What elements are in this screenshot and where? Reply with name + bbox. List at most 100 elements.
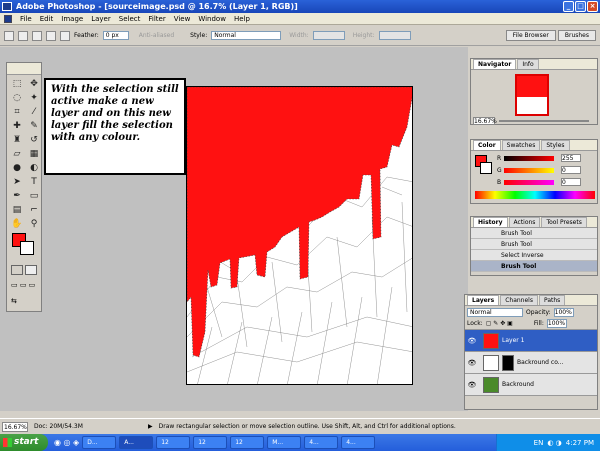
taskbar-button[interactable]: M... — [267, 436, 302, 449]
layer-name[interactable]: Backround co... — [517, 359, 563, 366]
taskbar-button[interactable]: 12 — [156, 436, 191, 449]
stamp-tool-icon[interactable]: ♜ — [10, 134, 24, 146]
background-color-swatch[interactable] — [20, 241, 34, 255]
history-item[interactable]: Brush Tool — [471, 228, 597, 239]
marquee-tool-preset-icon[interactable] — [4, 30, 14, 41]
styles-tab[interactable]: Styles — [541, 140, 570, 150]
eraser-tool-icon[interactable]: ▱ — [10, 148, 24, 160]
antialiased-checkbox[interactable]: Anti-aliased — [139, 32, 174, 39]
new-selection-icon[interactable] — [18, 30, 28, 41]
blur-tool-icon[interactable]: ● — [10, 162, 24, 174]
close-button[interactable]: × — [587, 1, 598, 12]
navigator-zoom-input[interactable]: 16.67% — [473, 117, 497, 125]
path-selection-icon[interactable]: ➤ — [10, 176, 24, 188]
color-bg-swatch[interactable] — [480, 162, 492, 174]
hand-tool-icon[interactable]: ✋ — [10, 218, 24, 230]
width-input[interactable] — [312, 31, 345, 40]
paths-tab[interactable]: Paths — [538, 295, 566, 305]
quicklaunch-icons[interactable]: ◉ ◎ ◈ — [54, 438, 79, 447]
menu-file[interactable]: File — [20, 15, 32, 23]
feather-input[interactable]: 0 px — [102, 31, 129, 40]
g-value[interactable]: 0 — [561, 166, 581, 174]
play-icon[interactable]: ▶ — [148, 423, 153, 430]
minimize-button[interactable]: _ — [563, 1, 574, 12]
layer-name[interactable]: Backround — [502, 381, 534, 388]
file-browser-tab[interactable]: File Browser — [505, 30, 556, 41]
layer-row[interactable]: 👁 Backround — [465, 374, 597, 396]
eyedropper-icon[interactable]: ⌐ — [27, 204, 41, 216]
start-button[interactable]: start — [0, 434, 48, 451]
menu-edit[interactable]: Edit — [40, 15, 54, 23]
healing-brush-icon[interactable]: ✚ — [10, 120, 24, 132]
layer-mask-thumbnail[interactable] — [502, 354, 514, 371]
navigator-zoom-slider[interactable] — [499, 120, 589, 122]
layer-row[interactable]: 👁 Layer 1 — [465, 330, 597, 352]
channels-tab[interactable]: Channels — [500, 295, 538, 305]
style-select[interactable]: Normal — [211, 31, 282, 40]
g-slider[interactable] — [504, 168, 554, 173]
eye-icon[interactable]: 👁 — [467, 337, 477, 345]
menu-help[interactable]: Help — [234, 15, 250, 23]
fill-input[interactable]: 100% — [546, 319, 567, 328]
clock[interactable]: 4:27 PM — [566, 439, 594, 447]
taskbar-button[interactable]: 12 — [230, 436, 265, 449]
history-tab[interactable]: History — [473, 217, 508, 227]
tray-icons[interactable]: ◐ ◑ — [547, 439, 561, 447]
document-canvas[interactable] — [186, 86, 413, 385]
eye-icon[interactable]: 👁 — [467, 359, 477, 367]
taskbar-button[interactable]: 4... — [304, 436, 339, 449]
brush-tool-icon[interactable]: ✎ — [27, 120, 41, 132]
standard-mode-icon[interactable] — [11, 265, 23, 275]
actions-tab[interactable]: Actions — [508, 217, 541, 227]
color-tab[interactable]: Color — [473, 140, 501, 150]
history-item[interactable]: Brush Tool — [471, 261, 597, 272]
maximize-button[interactable]: □ — [575, 1, 586, 12]
magic-wand-icon[interactable]: ✦ — [27, 92, 41, 104]
tool-presets-tab[interactable]: Tool Presets — [541, 217, 587, 227]
swatches-tab[interactable]: Swatches — [501, 140, 541, 150]
navigator-thumbnail[interactable] — [515, 74, 549, 116]
eye-icon[interactable]: 👁 — [467, 381, 477, 389]
taskbar-button-photoshop[interactable]: A... — [119, 436, 154, 449]
blend-mode-select[interactable]: Normal — [467, 307, 523, 317]
lock-icons[interactable]: ▢ ✎ ✥ ▣ — [486, 320, 513, 327]
b-slider[interactable] — [504, 180, 554, 185]
history-item[interactable]: Select Inverse — [471, 250, 597, 261]
taskbar-button[interactable]: 12 — [193, 436, 228, 449]
zoom-tool-icon[interactable]: ⚲ — [27, 218, 41, 230]
history-brush-icon[interactable]: ↺ — [27, 134, 41, 146]
taskbar-button[interactable]: 4... — [341, 436, 376, 449]
menu-view[interactable]: View — [174, 15, 191, 23]
menu-select[interactable]: Select — [119, 15, 141, 23]
menu-filter[interactable]: Filter — [148, 15, 165, 23]
pen-tool-icon[interactable]: ✒ — [10, 190, 24, 202]
layer-name[interactable]: Layer 1 — [502, 337, 524, 344]
crop-tool-icon[interactable]: ⌗ — [10, 106, 24, 118]
r-value[interactable]: 255 — [561, 154, 581, 162]
move-tool-icon[interactable]: ✥ — [27, 78, 41, 90]
menu-window[interactable]: Window — [198, 15, 226, 23]
height-input[interactable] — [378, 31, 411, 40]
color-ramp[interactable] — [475, 191, 595, 199]
brushes-tab[interactable]: Brushes — [557, 30, 596, 41]
b-value[interactable]: 0 — [561, 178, 581, 186]
marquee-tool-icon[interactable]: ⬚ — [10, 78, 24, 90]
type-tool-icon[interactable]: T — [27, 176, 41, 188]
gradient-tool-icon[interactable]: ▦ — [27, 148, 41, 160]
intersect-selection-icon[interactable] — [60, 30, 70, 41]
menu-layer[interactable]: Layer — [91, 15, 111, 23]
add-selection-icon[interactable] — [32, 30, 42, 41]
info-tab[interactable]: Info — [517, 59, 539, 69]
slice-tool-icon[interactable]: ⁄ — [27, 106, 41, 118]
lasso-tool-icon[interactable]: ◌ — [10, 92, 24, 104]
shape-tool-icon[interactable]: ▭ — [27, 190, 41, 202]
r-slider[interactable] — [504, 156, 554, 161]
navigator-tab[interactable]: Navigator — [473, 59, 517, 69]
quickmask-mode-icon[interactable] — [25, 265, 37, 275]
dodge-tool-icon[interactable]: ◐ — [27, 162, 41, 174]
opacity-input[interactable]: 100% — [553, 307, 574, 317]
status-zoom[interactable]: 16.67% — [2, 421, 28, 432]
language-indicator[interactable]: EN — [534, 439, 544, 447]
subtract-selection-icon[interactable] — [46, 30, 56, 41]
doc-icon[interactable] — [4, 14, 12, 23]
